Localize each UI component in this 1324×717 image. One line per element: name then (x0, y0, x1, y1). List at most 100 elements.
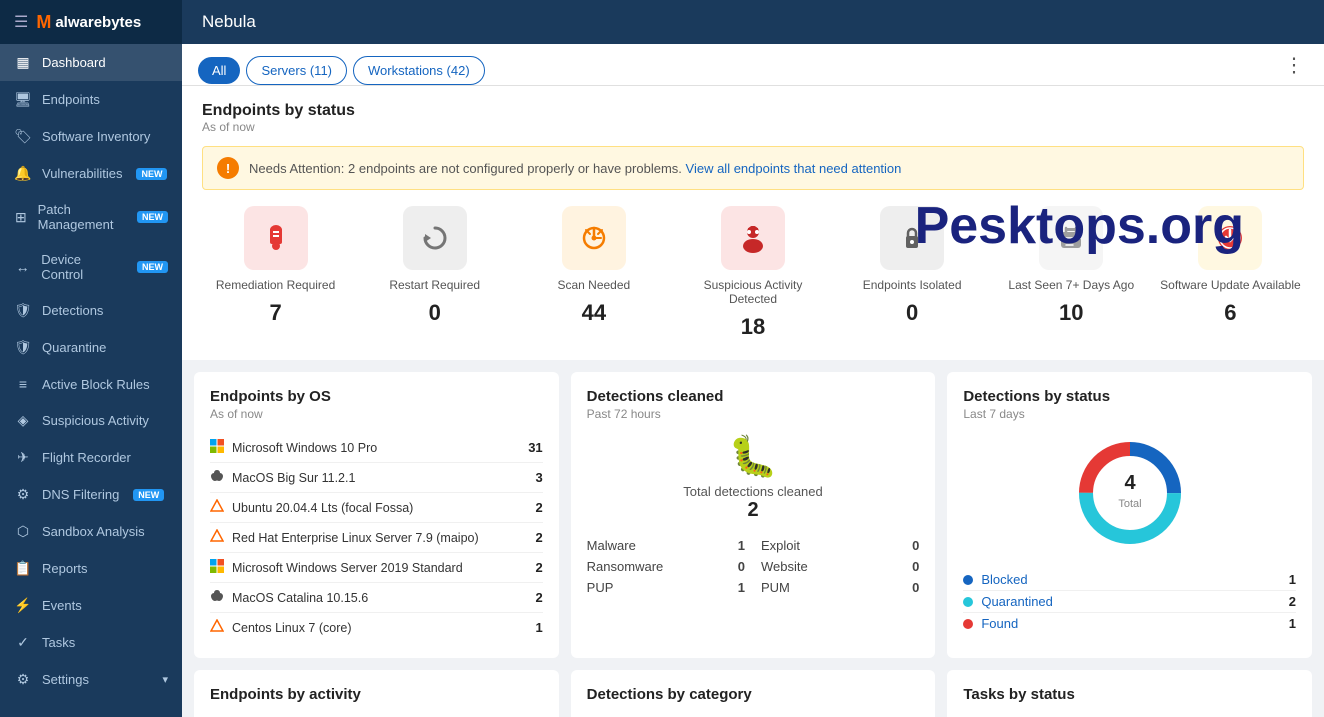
tab-workstations-(42)[interactable]: Workstations (42) (353, 56, 485, 85)
status-card-endpoints-isolated[interactable]: Endpoints Isolated0 (839, 206, 986, 340)
status-card-value: 7 (269, 300, 281, 326)
sidebar-item-events[interactable]: ⚡Events (0, 587, 182, 624)
detection-label: Exploit (761, 538, 896, 553)
os-count: 2 (535, 530, 542, 545)
detection-value: 1 (738, 538, 745, 553)
os-name: Red Hat Enterprise Linux Server 7.9 (mai… (232, 531, 479, 545)
sidebar-item-label-quarantine: Quarantine (42, 340, 106, 355)
status-card-suspicious-activity-detected[interactable]: Suspicious Activity Detected 18 (679, 206, 826, 340)
active-block-rules-icon: ≡ (14, 376, 32, 392)
sidebar-item-software-inventory[interactable]: 🏷Software Inventory (0, 118, 182, 155)
sidebar-item-label-endpoints: Endpoints (42, 92, 100, 107)
sidebar-item-suspicious-activity[interactable]: ◈ Suspicious Activity (0, 402, 182, 439)
status-card-label: Suspicious Activity Detected (679, 278, 826, 306)
sidebar-item-sandbox-analysis[interactable]: ⬡Sandbox Analysis (0, 513, 182, 550)
suspicious-activity-icon: ◈ (14, 412, 32, 429)
endpoints-by-os-panel: Endpoints by OS As of now Microsoft Wind… (194, 372, 559, 658)
detection-label: Malware (587, 538, 722, 553)
sidebar-item-label-suspicious-activity: Suspicious Activity (42, 413, 149, 428)
detection-value: 1 (738, 580, 745, 595)
sidebar-item-active-block-rules[interactable]: ≡ Active Block Rules (0, 366, 182, 402)
os-list: Microsoft Windows 10 Pro31MacOS Big Sur … (210, 433, 543, 642)
total-detections-value: 2 (747, 499, 758, 522)
sidebar-item-label-tasks: Tasks (42, 635, 75, 650)
panels-row2: Endpoints by activity Detections by cate… (182, 670, 1324, 717)
sidebar-item-tasks[interactable]: ✓Tasks (0, 624, 182, 661)
os-icon (210, 529, 224, 546)
sidebar-item-flight-recorder[interactable]: ✈Flight Recorder (0, 439, 182, 476)
badge-dns-filtering: NEW (133, 489, 164, 501)
sidebar-item-dashboard[interactable]: ▦Dashboard (0, 44, 182, 81)
topbar: Nebula (182, 0, 1324, 44)
tab-servers-(11)[interactable]: Servers (11) (246, 56, 347, 85)
sidebar-item-patch-management[interactable]: ⊞Patch ManagementNEW (0, 192, 182, 242)
status-card-label: Restart Required (389, 278, 480, 292)
status-card-restart-required[interactable]: Restart Required0 (361, 206, 508, 340)
sidebar-item-detections[interactable]: 🛡Detections (0, 292, 182, 329)
detection-label: Website (761, 559, 896, 574)
vulnerabilities-icon: 🔔 (14, 165, 32, 182)
badge-patch-management: NEW (137, 211, 168, 223)
os-row: MacOS Catalina 10.15.62 (210, 583, 543, 613)
os-name: Ubuntu 20.04.4 Lts (focal Fossa) (232, 501, 413, 515)
sidebar-item-settings[interactable]: ⚙Settings▾ (0, 661, 182, 698)
status-card-icon (1198, 206, 1262, 270)
detection-label: PUP (587, 580, 722, 595)
detection-label: Ransomware (587, 559, 722, 574)
status-card-remediation-required[interactable]: Remediation Required7 (202, 206, 349, 340)
legend-value: 1 (1289, 616, 1296, 631)
status-card-icon (244, 206, 308, 270)
detections-by-status-title: Detections by status (963, 388, 1296, 405)
events-icon: ⚡ (14, 597, 32, 614)
status-card-label: Last Seen 7+ Days Ago (1008, 278, 1134, 292)
os-name: Microsoft Windows 10 Pro (232, 441, 377, 455)
os-icon (210, 589, 224, 606)
sidebar-item-endpoints[interactable]: 🖥Endpoints (0, 81, 182, 118)
alert-link[interactable]: View all endpoints that need attention (686, 161, 902, 176)
sidebar-item-reports[interactable]: 📋Reports (0, 550, 182, 587)
os-name: MacOS Big Sur 11.2.1 (232, 471, 355, 485)
tabs-more-button[interactable]: ⋮ (1280, 48, 1308, 81)
os-name: Microsoft Windows Server 2019 Standard (232, 561, 463, 575)
status-card-value: 18 (741, 314, 765, 340)
detections-cleaned-panel: Detections cleaned Past 72 hours 🐛 Total… (571, 372, 936, 658)
status-card-icon (562, 206, 626, 270)
sidebar-item-label-flight-recorder: Flight Recorder (42, 450, 131, 465)
os-row: Ubuntu 20.04.4 Lts (focal Fossa)2 (210, 493, 543, 523)
detections-cleaned-subtitle: Past 72 hours (587, 407, 920, 421)
nav-items: ▦Dashboard🖥Endpoints🏷Software Inventory🔔… (0, 44, 182, 698)
legend-value: 1 (1289, 572, 1296, 587)
os-icon (210, 439, 224, 456)
detection-value: 0 (738, 559, 745, 574)
status-card-icon (880, 206, 944, 270)
badge-vulnerabilities: NEW (136, 168, 167, 180)
endpoints-status-subtitle: As of now (202, 120, 1304, 134)
sidebar-item-label-patch-management: Patch Management (38, 202, 123, 232)
sidebar-item-label-settings: Settings (42, 672, 89, 687)
os-row: Centos Linux 7 (core)1 (210, 613, 543, 642)
status-card-value: 0 (906, 300, 918, 326)
status-card-label: Software Update Available (1160, 278, 1301, 292)
detections-cleaned-title: Detections cleaned (587, 388, 920, 405)
sidebar-item-label-detections: Detections (42, 303, 103, 318)
sidebar-item-device-control[interactable]: ↔Device ControlNEW (0, 242, 182, 292)
hamburger-icon[interactable]: ☰ (14, 12, 28, 32)
sidebar-item-vulnerabilities[interactable]: 🔔VulnerabilitiesNEW (0, 155, 182, 192)
svg-text:4: 4 (1124, 472, 1136, 494)
alert-icon: ! (217, 157, 239, 179)
detections-by-category-title: Detections by category (587, 686, 920, 703)
logo-text: alwarebytes (55, 14, 141, 31)
detection-value: 0 (912, 580, 919, 595)
sidebar-item-quarantine[interactable]: 🛡Quarantine (0, 329, 182, 366)
tabs-bar: AllServers (11)Workstations (42) ⋮ (182, 44, 1324, 86)
tab-all[interactable]: All (198, 57, 240, 84)
status-card-scan-needed[interactable]: Scan Needed44 (520, 206, 667, 340)
sidebar-item-label-active-block-rules: Active Block Rules (42, 377, 150, 392)
os-count: 3 (535, 470, 542, 485)
os-name: MacOS Catalina 10.15.6 (232, 591, 368, 605)
tasks-by-status-title: Tasks by status (963, 686, 1296, 703)
detection-label: PUM (761, 580, 896, 595)
status-card-last-seen-7+-days-ago[interactable]: Last Seen 7+ Days Ago10 (998, 206, 1145, 340)
status-card-software-update-available[interactable]: Software Update Available6 (1157, 206, 1304, 340)
sidebar-item-dns-filtering[interactable]: ⚙DNS FilteringNEW (0, 476, 182, 513)
